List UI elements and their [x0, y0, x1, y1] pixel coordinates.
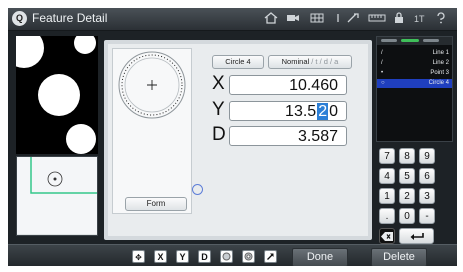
feature-detail-panel: Form Circle 4 Nominal / t / d / a X 10.4… [104, 40, 372, 240]
y-value-after-cursor: 0 [329, 103, 338, 120]
key-5[interactable]: 5 [399, 168, 415, 184]
nominal-button[interactable]: Nominal / t / d / a [268, 55, 352, 69]
key-6[interactable]: 6 [419, 168, 435, 184]
arrow-tool-button[interactable] [264, 250, 277, 263]
key-7[interactable]: 7 [379, 148, 395, 164]
app-logo: Q [12, 11, 27, 26]
feature-list-item[interactable]: • Point 3 [377, 69, 452, 78]
d-value-field[interactable]: 3.587 [229, 126, 347, 146]
tab-indicator[interactable] [423, 39, 439, 42]
feature-name-button[interactable]: Circle 4 [212, 55, 264, 69]
application-window: Q Feature Detail 1T Form Circle 4 Nomina… [8, 8, 457, 266]
ruler-icon[interactable] [368, 12, 386, 24]
probe-icon[interactable] [346, 12, 360, 24]
hole-image [16, 36, 44, 68]
form-button[interactable]: Form [125, 197, 187, 211]
nominal-label: Nominal [281, 57, 310, 66]
backspace-icon [381, 232, 393, 241]
key-minus[interactable]: - [419, 208, 435, 224]
concentric-tool-button[interactable] [242, 250, 255, 263]
key-1[interactable]: 1 [379, 188, 395, 204]
d-tool-button[interactable]: D [198, 250, 211, 263]
camera-view[interactable] [16, 36, 98, 154]
nominal-options: / t / d / a [309, 57, 339, 66]
line-feature-icon: / [381, 50, 383, 56]
d-label: D [212, 124, 226, 145]
bottom-toolbar: ✥ X Y D Done Delete [8, 244, 457, 266]
circle-feature-icon [192, 184, 203, 195]
circle-tool-icon [222, 252, 231, 261]
feature-name: Circle 4 [428, 80, 449, 86]
part-view[interactable] [16, 156, 98, 236]
one-shot-icon[interactable] [334, 12, 342, 24]
feature-name: Line 1 [432, 50, 449, 56]
help-icon[interactable] [436, 12, 446, 24]
feature-list-item[interactable]: / Line 1 [377, 49, 452, 58]
hole-image [66, 124, 96, 154]
lock-icon[interactable] [393, 12, 405, 24]
hole-image [74, 36, 96, 54]
x-value-field[interactable]: 10.460 [229, 75, 347, 95]
title-bar: Q Feature Detail 1T [8, 8, 457, 31]
enter-icon [410, 233, 424, 240]
key-9[interactable]: 9 [419, 148, 435, 164]
feature-list-item-selected[interactable]: ○ Circle 4 [377, 79, 452, 88]
feature-list: / Line 1 / Line 2 • Point 3 ○ Circle 4 [376, 36, 453, 142]
enter-key[interactable] [399, 228, 434, 244]
y-value-before-cursor: 13.5 [285, 103, 317, 120]
key-0[interactable]: 0 [399, 208, 415, 224]
point-feature-icon: • [381, 70, 384, 76]
y-value-field[interactable]: 13.5 2 0 [229, 101, 347, 121]
hole-image [38, 74, 80, 116]
y-tool-button[interactable]: Y [176, 250, 189, 263]
concentric-tool-icon [244, 252, 253, 261]
move-icon[interactable]: ✥ [132, 250, 145, 263]
delete-button[interactable]: Delete [371, 248, 427, 266]
x-tool-button[interactable]: X [154, 250, 167, 263]
text-cursor: 2 [317, 102, 329, 121]
tab-indicator-active[interactable] [401, 39, 419, 42]
y-label: Y [212, 99, 225, 120]
circle-feature-icon: ○ [381, 80, 385, 86]
key-decimal[interactable]: . [379, 208, 395, 224]
status-text: 1T [414, 14, 425, 24]
feature-list-item[interactable]: / Line 2 [377, 59, 452, 68]
circle-plot [118, 51, 186, 119]
y-value-cursor-digit: 2 [317, 103, 329, 121]
list-tabs [377, 37, 452, 45]
tab-indicator[interactable] [381, 39, 397, 42]
feature-name: Line 2 [432, 60, 449, 66]
grid-icon[interactable] [310, 12, 324, 24]
feature-detail-content: Form Circle 4 Nominal / t / d / a X 10.4… [108, 44, 368, 236]
circle-plot-card: Form [112, 48, 192, 214]
done-button[interactable]: Done [292, 248, 348, 266]
window-title: Feature Detail [32, 11, 108, 25]
x-label: X [212, 73, 225, 94]
backspace-key[interactable] [379, 228, 395, 244]
key-8[interactable]: 8 [399, 148, 415, 164]
numeric-keypad: 7 8 9 4 5 6 1 2 3 . 0 - [376, 144, 453, 244]
key-3[interactable]: 3 [419, 188, 435, 204]
key-2[interactable]: 2 [399, 188, 415, 204]
line-feature-icon: / [381, 60, 383, 66]
camera-icon[interactable] [286, 12, 300, 24]
feature-name: Point 3 [430, 70, 449, 76]
home-icon[interactable] [264, 12, 278, 24]
circle-tool-button[interactable] [220, 250, 233, 263]
key-4[interactable]: 4 [379, 168, 395, 184]
arrow-icon [267, 253, 274, 260]
